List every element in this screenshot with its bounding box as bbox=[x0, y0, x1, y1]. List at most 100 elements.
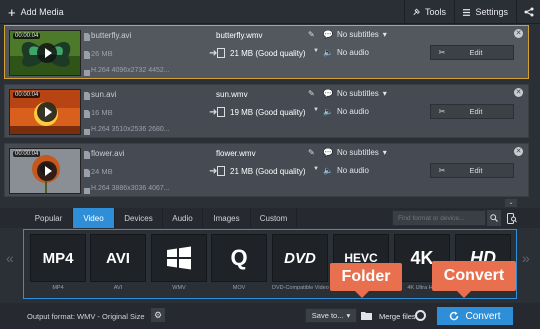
edit-label: Edit bbox=[469, 107, 483, 116]
edit-button[interactable]: ✂ Edit bbox=[430, 104, 514, 119]
save-to-dropdown[interactable]: Save to... ▾ bbox=[305, 308, 357, 323]
tab-audio[interactable]: Audio bbox=[163, 208, 203, 228]
output-filename[interactable]: butterfly.wmv bbox=[216, 31, 263, 40]
add-media-label: Add Media bbox=[20, 7, 64, 17]
gear-icon[interactable]: ⚙ bbox=[151, 308, 165, 322]
file-row-flower[interactable]: 00:00:04 flower.avi 24 MB H.264 3886x303… bbox=[4, 143, 529, 197]
merge-files-toggle[interactable] bbox=[415, 310, 426, 321]
format-search-input[interactable] bbox=[392, 210, 486, 226]
remove-file-button[interactable]: ✕ bbox=[514, 88, 523, 97]
device-search-icon bbox=[507, 212, 517, 224]
convert-label: Convert bbox=[465, 310, 501, 322]
remove-file-button[interactable]: ✕ bbox=[514, 147, 523, 156]
search-icon bbox=[490, 214, 498, 222]
output-size[interactable]: 21 MB (Good quality) bbox=[230, 167, 306, 176]
source-size: 24 MB bbox=[91, 167, 113, 176]
file-list: 00:00:04 butterfly.avi 26 MB H.264 4096x… bbox=[4, 25, 529, 197]
audio-dropdown[interactable]: 🔈 No audio bbox=[323, 166, 369, 175]
chevron-down-icon: ▾ bbox=[382, 30, 387, 39]
edit-button[interactable]: ✂ Edit bbox=[430, 45, 514, 60]
tab-custom[interactable]: Custom bbox=[251, 208, 297, 228]
format-mp4[interactable]: MP4 MP4 bbox=[30, 234, 86, 296]
play-icon[interactable] bbox=[37, 161, 57, 181]
subtitles-label: No subtitles bbox=[336, 148, 379, 157]
duration-label: 00:00:04 bbox=[13, 151, 41, 157]
source-codec: H.264 4096x2732 4452... bbox=[91, 67, 170, 74]
play-icon[interactable] bbox=[37, 102, 57, 122]
format-dvd[interactable]: DVD DVD-Compatible Video bbox=[272, 234, 329, 296]
play-icon[interactable] bbox=[37, 43, 57, 63]
search-button[interactable] bbox=[487, 210, 501, 226]
audio-dropdown[interactable]: 🔈 No audio bbox=[323, 107, 369, 116]
tab-popular[interactable]: Popular bbox=[25, 208, 73, 228]
file-icon bbox=[84, 51, 90, 59]
thumbnail-flower[interactable]: 00:00:04 bbox=[9, 148, 81, 194]
convert-button[interactable]: Convert bbox=[437, 307, 513, 325]
tab-devices[interactable]: Devices bbox=[115, 208, 163, 228]
chevron-down-icon[interactable]: ▼ bbox=[313, 166, 319, 172]
thumbnail-butterfly[interactable]: 00:00:04 bbox=[9, 30, 81, 76]
folder-callout: Folder bbox=[330, 263, 402, 298]
detect-device-button[interactable] bbox=[505, 210, 519, 226]
pencil-icon[interactable]: ✎ bbox=[308, 148, 315, 157]
scissors-icon: ✂ bbox=[438, 166, 446, 175]
info-icon bbox=[84, 70, 90, 76]
settings-button[interactable]: Settings bbox=[454, 0, 516, 24]
edit-button[interactable]: ✂ Edit bbox=[430, 163, 514, 178]
chevron-down-icon[interactable]: ▼ bbox=[313, 107, 319, 113]
audio-label: No audio bbox=[336, 48, 369, 57]
speaker-icon: 🔈 bbox=[323, 107, 333, 116]
pencil-icon[interactable]: ✎ bbox=[308, 30, 315, 39]
source-codec: H.264 3510x2536 2680... bbox=[91, 126, 170, 133]
thumbnail-sun[interactable]: 00:00:04 bbox=[9, 89, 81, 135]
remove-file-button[interactable]: ✕ bbox=[514, 29, 523, 38]
open-folder-button[interactable] bbox=[359, 308, 373, 323]
merge-files-label: Merge files: bbox=[379, 312, 418, 321]
settings-label: Settings bbox=[475, 7, 508, 17]
chevron-down-icon[interactable]: ▼ bbox=[313, 48, 319, 54]
format-caption: DVD-Compatible Video bbox=[272, 285, 329, 291]
audio-dropdown[interactable]: 🔈 No audio bbox=[323, 48, 369, 57]
pencil-icon[interactable]: ✎ bbox=[308, 89, 315, 98]
add-media-button[interactable]: + Add Media bbox=[0, 0, 72, 24]
output-filename[interactable]: sun.wmv bbox=[216, 90, 248, 99]
file-icon bbox=[84, 33, 90, 41]
format-wmv[interactable]: WMV bbox=[151, 234, 207, 296]
format-mov[interactable]: Q MOV bbox=[211, 234, 267, 296]
top-toolbar: + Add Media Tools Settings bbox=[0, 0, 540, 24]
edit-label: Edit bbox=[469, 48, 483, 57]
chevron-down-icon: ▾ bbox=[382, 148, 387, 157]
source-codec: H.264 3886x3036 4067... bbox=[91, 185, 170, 192]
share-button[interactable] bbox=[516, 0, 540, 24]
tools-icon bbox=[413, 8, 420, 16]
refresh-icon bbox=[450, 311, 459, 321]
output-size[interactable]: 19 MB (Good quality) bbox=[230, 108, 306, 117]
chevron-left-icon[interactable]: « bbox=[6, 250, 14, 266]
file-icon bbox=[84, 92, 90, 100]
subtitles-icon: 💬 bbox=[323, 89, 333, 98]
document-icon bbox=[217, 166, 225, 176]
subtitles-dropdown[interactable]: 💬 No subtitles ▾ bbox=[323, 30, 387, 39]
source-filename: sun.avi bbox=[91, 90, 117, 99]
tab-video[interactable]: Video bbox=[73, 208, 115, 228]
file-row-butterfly[interactable]: 00:00:04 butterfly.avi 26 MB H.264 4096x… bbox=[4, 25, 529, 79]
audio-label: No audio bbox=[336, 107, 369, 116]
tab-images[interactable]: Images bbox=[203, 208, 251, 228]
chevron-right-icon[interactable]: » bbox=[522, 250, 530, 266]
subtitles-icon: 💬 bbox=[323, 30, 333, 39]
format-caption: MP4 bbox=[52, 285, 64, 291]
output-filename[interactable]: flower.wmv bbox=[216, 149, 256, 158]
convert-callout: Convert bbox=[432, 261, 516, 298]
collapse-panel-button[interactable]: ⌄ bbox=[505, 199, 517, 207]
subtitles-dropdown[interactable]: 💬 No subtitles ▾ bbox=[323, 148, 387, 157]
subtitles-icon: 💬 bbox=[323, 148, 333, 157]
plus-icon: + bbox=[8, 4, 16, 20]
subtitles-dropdown[interactable]: 💬 No subtitles ▾ bbox=[323, 89, 387, 98]
format-avi[interactable]: AVI AVI bbox=[90, 234, 146, 296]
file-row-sun[interactable]: 00:00:04 sun.avi 16 MB H.264 3510x2536 2… bbox=[4, 84, 529, 138]
avi-logo: AVI bbox=[90, 234, 146, 282]
save-to-label: Save to... bbox=[311, 311, 344, 320]
output-format-label: Output format: WMV - Original Size bbox=[27, 312, 145, 321]
tools-button[interactable]: Tools bbox=[404, 0, 454, 24]
output-size[interactable]: 21 MB (Good quality) bbox=[230, 49, 306, 58]
